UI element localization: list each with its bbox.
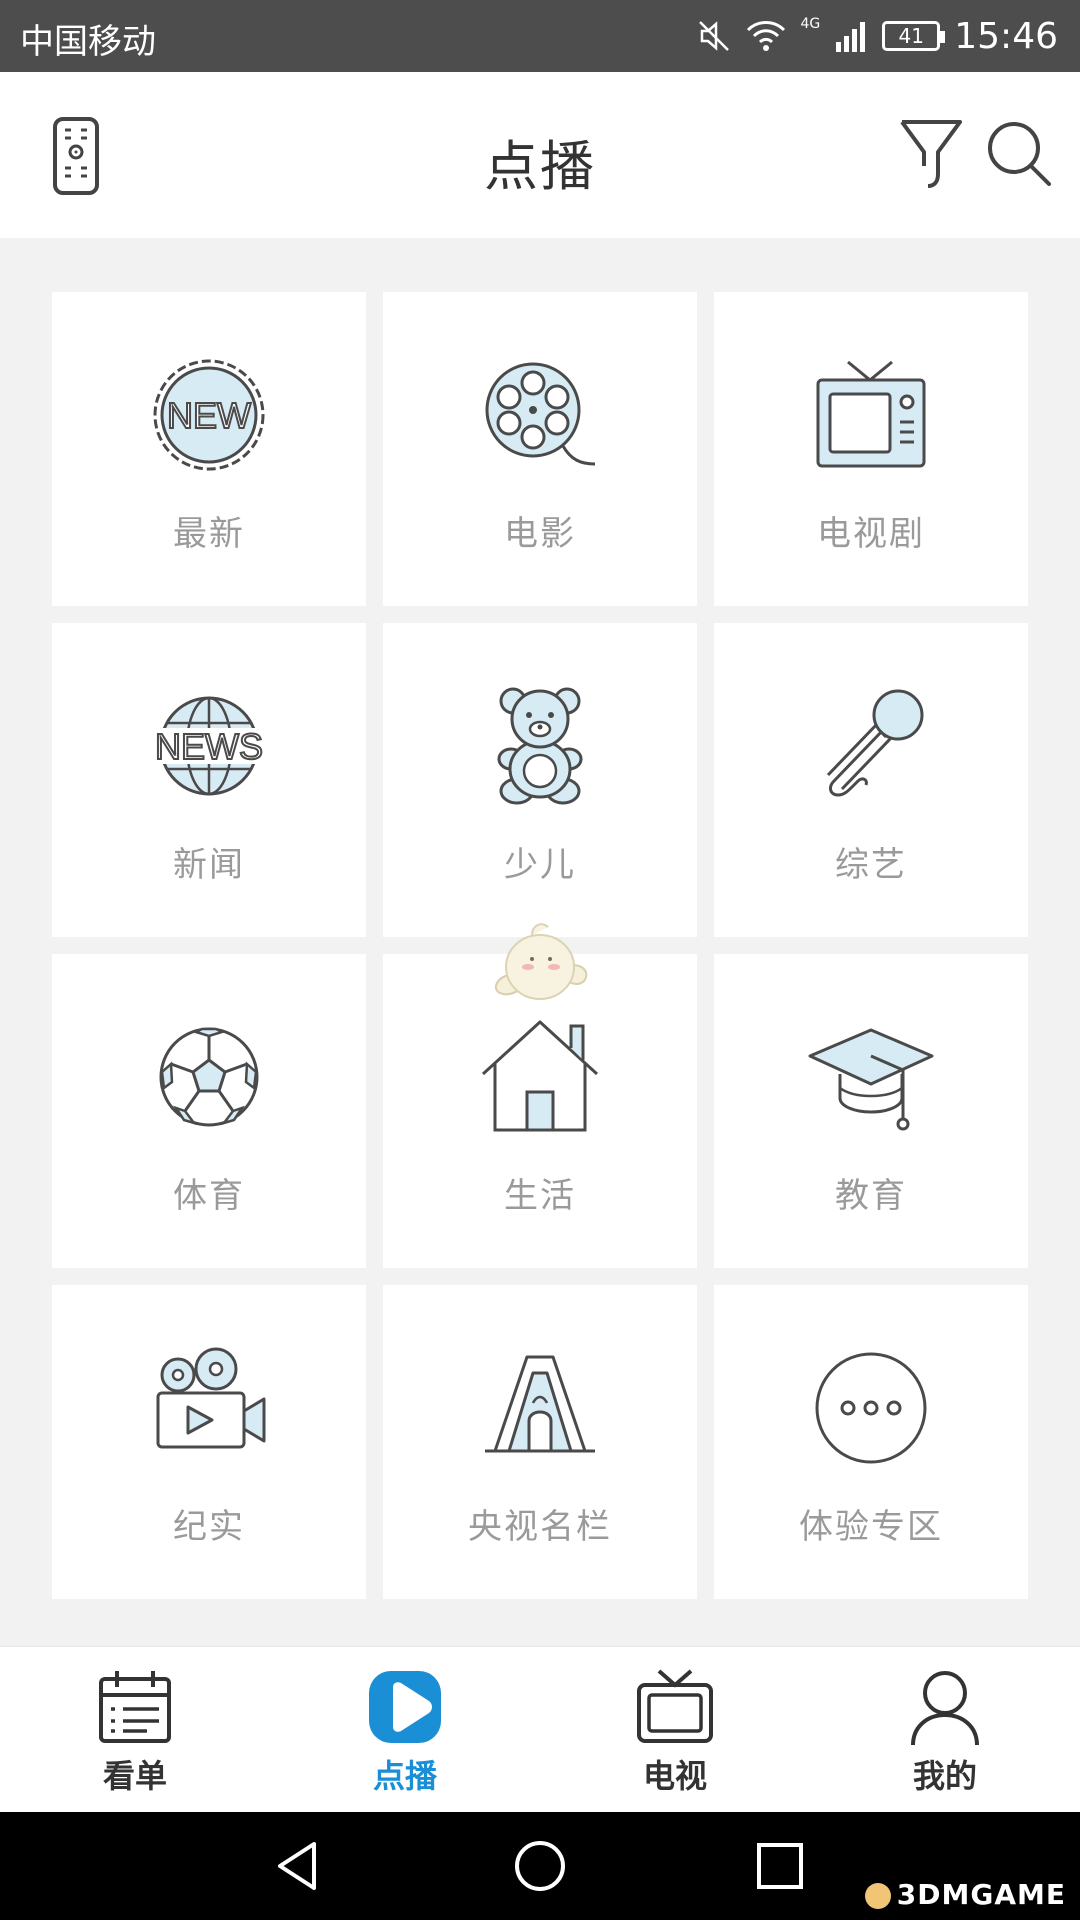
tv-icon bbox=[637, 1669, 713, 1743]
user-icon bbox=[911, 1671, 979, 1746]
movie-camera-icon bbox=[156, 1347, 266, 1449]
wifi-icon bbox=[747, 21, 786, 51]
teddy-bear-icon bbox=[497, 687, 583, 805]
category-tv-series[interactable]: 电视剧 bbox=[714, 292, 1028, 606]
bottom-tab-bar: 看单 点播 电视 我的 bbox=[0, 1646, 1080, 1813]
network-type: 4G bbox=[800, 16, 821, 32]
film-reel-icon bbox=[485, 362, 596, 466]
tab-watchlist[interactable]: 看单 bbox=[0, 1647, 270, 1813]
new-badge-text: NEW bbox=[167, 395, 251, 436]
category-label: 教育 bbox=[835, 1176, 907, 1216]
mute-icon bbox=[699, 21, 730, 51]
tv-set-icon bbox=[816, 360, 926, 468]
more-dots-icon bbox=[815, 1352, 927, 1464]
watermark: 3DMGAME bbox=[864, 1878, 1066, 1911]
category-experience-zone[interactable]: 体验专区 bbox=[714, 1285, 1028, 1599]
category-label: 新闻 bbox=[173, 845, 245, 885]
tab-mine[interactable]: 我的 bbox=[810, 1647, 1080, 1813]
news-globe-text: NEWS bbox=[155, 726, 263, 767]
cctv-building-icon bbox=[485, 1355, 595, 1453]
category-label: 少儿 bbox=[504, 845, 576, 885]
category-documentary[interactable]: 纪实 bbox=[52, 1285, 366, 1599]
news-globe-icon: NEWS bbox=[146, 696, 272, 796]
category-label: 体育 bbox=[173, 1176, 245, 1216]
recent-apps-icon[interactable] bbox=[750, 1836, 810, 1896]
tab-tv[interactable]: 电视 bbox=[540, 1647, 810, 1813]
home-icon[interactable] bbox=[510, 1836, 570, 1896]
battery-icon: 41 bbox=[882, 21, 946, 51]
back-icon[interactable] bbox=[270, 1836, 330, 1896]
status-bar: 中国移动 4G 41 15:46 bbox=[0, 0, 1080, 72]
house-icon bbox=[481, 1020, 599, 1132]
category-label: 央视名栏 bbox=[468, 1507, 612, 1547]
play-icon bbox=[369, 1671, 441, 1743]
category-label: 体验专区 bbox=[799, 1507, 943, 1547]
category-movie[interactable]: 电影 bbox=[383, 292, 697, 606]
category-label: 电影 bbox=[504, 514, 576, 554]
search-icon[interactable] bbox=[984, 116, 1054, 192]
category-kids[interactable]: 少儿 bbox=[383, 623, 697, 937]
category-variety[interactable]: 综艺 bbox=[714, 623, 1028, 937]
calendar-list-icon bbox=[99, 1671, 171, 1743]
category-label: 最新 bbox=[173, 514, 245, 554]
category-sports[interactable]: 体育 bbox=[52, 954, 366, 1268]
status-indicators: 4G 41 15:46 bbox=[696, 10, 1058, 62]
category-education[interactable]: 教育 bbox=[714, 954, 1028, 1268]
signal-icon bbox=[836, 22, 866, 52]
floating-mascot-icon[interactable] bbox=[488, 915, 592, 1007]
filter-icon[interactable] bbox=[898, 116, 964, 192]
watermark-text: 3DMGAME bbox=[896, 1878, 1066, 1911]
category-cctv-programs[interactable]: 央视名栏 bbox=[383, 1285, 697, 1599]
new-badge-icon: NEW bbox=[153, 359, 265, 471]
tab-label: 我的 bbox=[912, 1757, 977, 1795]
tab-label: 点播 bbox=[372, 1757, 437, 1795]
carrier-name: 中国移动 bbox=[20, 22, 156, 62]
category-label: 纪实 bbox=[173, 1507, 245, 1547]
graduation-cap-icon bbox=[808, 1028, 934, 1131]
microphone-icon bbox=[826, 689, 924, 797]
tab-on-demand[interactable]: 点播 bbox=[270, 1647, 540, 1813]
category-label: 生活 bbox=[504, 1176, 576, 1216]
app-header: 点播 bbox=[0, 72, 1080, 238]
category-label: 综艺 bbox=[835, 845, 907, 885]
clock: 15:46 bbox=[954, 15, 1058, 57]
tab-label: 电视 bbox=[642, 1757, 707, 1795]
category-latest[interactable]: NEW 最新 bbox=[52, 292, 366, 606]
soccer-ball-icon bbox=[159, 1027, 259, 1127]
watermark-logo-icon bbox=[864, 1883, 891, 1909]
tab-label: 看单 bbox=[102, 1757, 167, 1795]
battery-level: 41 bbox=[898, 24, 924, 48]
category-news[interactable]: NEWS 新闻 bbox=[52, 623, 366, 937]
category-label: 电视剧 bbox=[817, 514, 925, 554]
